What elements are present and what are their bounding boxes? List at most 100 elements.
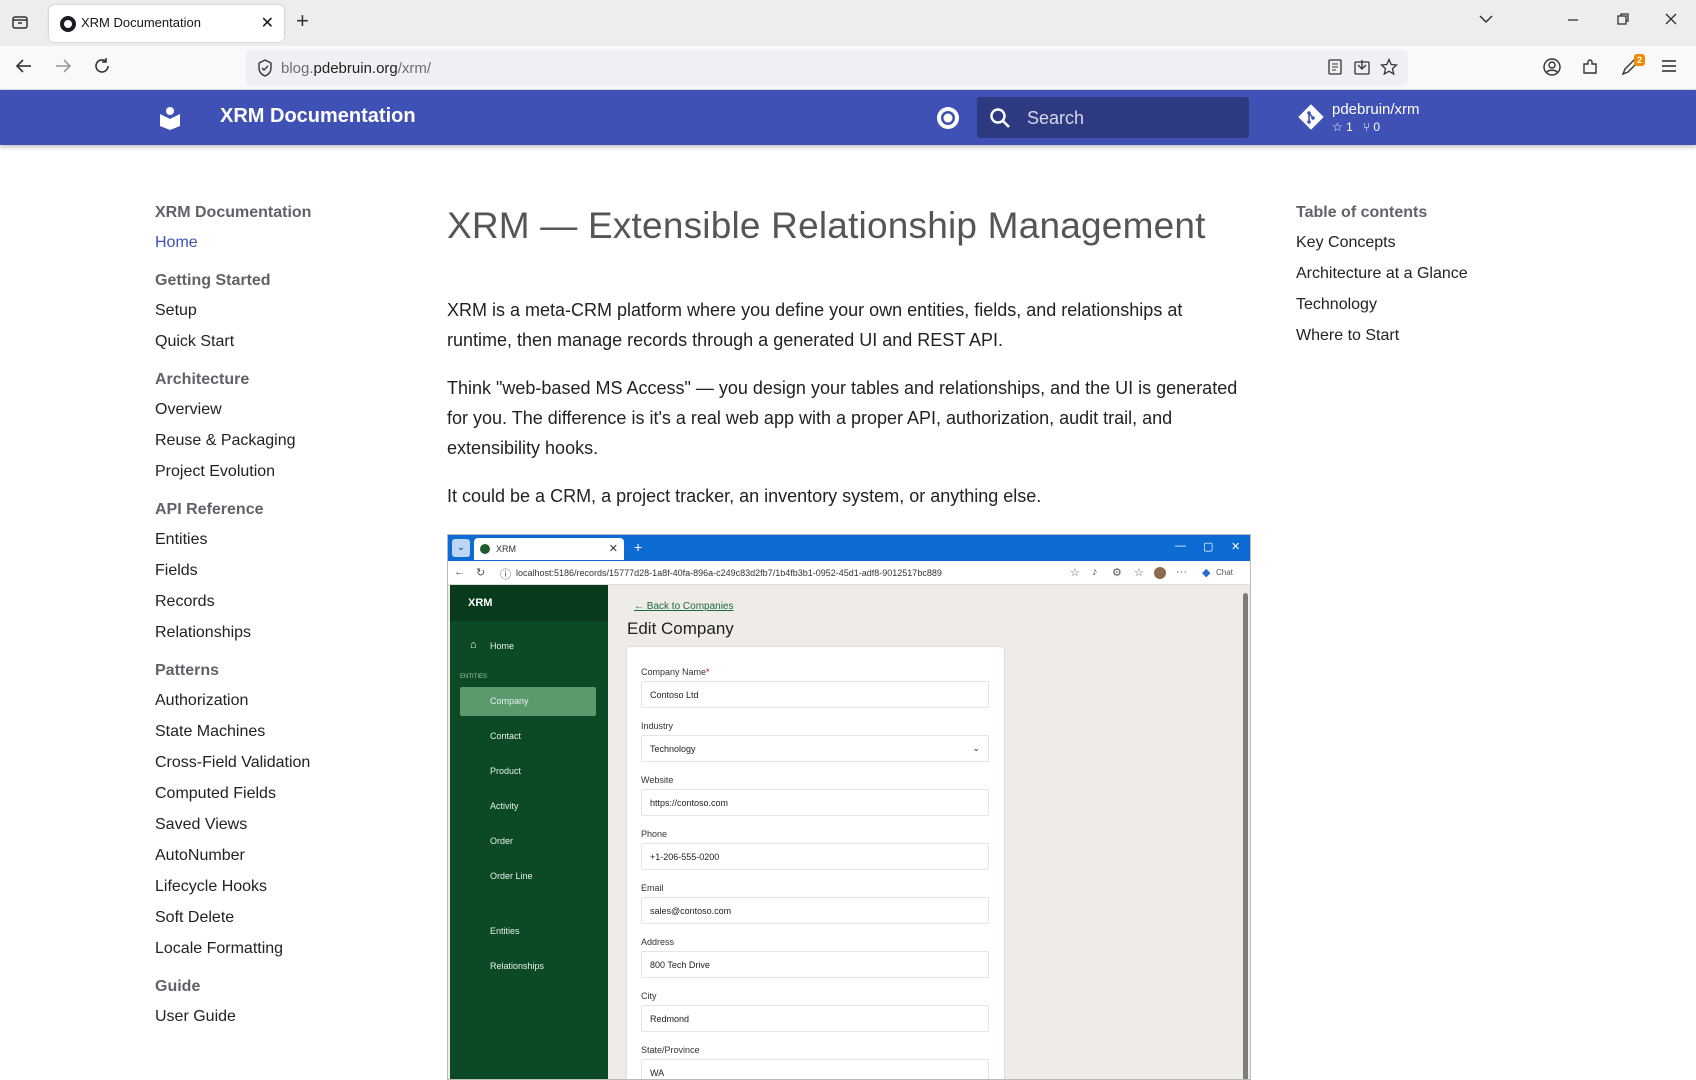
url-text: blog.pdebruin.org/xrm/ [281, 60, 431, 77]
reader-view-icon[interactable] [1326, 58, 1344, 81]
book-logo-icon[interactable] [157, 105, 183, 136]
screenshot-field-label: Company Name* [641, 667, 710, 677]
screenshot-nav-order: Order [490, 836, 514, 846]
nav-item-computed-fields[interactable]: Computed Fields [155, 785, 395, 803]
nav-item-fields[interactable]: Fields [155, 562, 395, 580]
screenshot-address-bar: ← ↻ ⓘ localhost:5186/records/15777d28-1a… [448, 561, 1250, 585]
nav-item-overview[interactable]: Overview [155, 401, 395, 419]
screenshot-tab-title: XRM [496, 544, 516, 554]
screenshot-heading: Edit Company [627, 619, 734, 638]
repo-forks: 0 [1373, 120, 1381, 134]
nav-item-entities[interactable]: Entities [155, 531, 395, 549]
screenshot-field-label: Email [641, 883, 664, 893]
nav-section-patterns: Patterns [155, 662, 220, 679]
nav-title: XRM Documentation [155, 204, 312, 221]
nav-item-quick-start[interactable]: Quick Start [155, 333, 395, 351]
screenshot-field-value: https://contoso.com [641, 789, 989, 816]
screenshot-home-icon: ⌂ [470, 639, 477, 651]
browser-tab-bar: XRM Documentation ✕ + [0, 0, 1696, 46]
screenshot-tab-close-icon: ✕ [608, 543, 618, 555]
toc-item-where-to-start[interactable]: Where to Start [1296, 327, 1556, 345]
intro-paragraph-2: Think "web-based MS Access" — you design… [447, 378, 1238, 458]
table-of-contents: Table of contents Key Concepts Architect… [1296, 204, 1556, 358]
repo-stars: 1 [1346, 120, 1353, 134]
nav-item-home[interactable]: Home [155, 234, 395, 252]
nav-item-state-machines[interactable]: State Machines [155, 723, 395, 741]
nav-item-cross-field-validation[interactable]: Cross-Field Validation [155, 754, 395, 772]
screenshot-field-value: 800 Tech Drive [641, 951, 989, 978]
nav-item-setup[interactable]: Setup [155, 302, 395, 320]
site-title[interactable]: XRM Documentation [220, 105, 416, 128]
site-header: XRM Documentation Search pdebruin/xrm ☆ … [0, 90, 1696, 145]
nav-item-soft-delete[interactable]: Soft Delete [155, 909, 395, 927]
star-icon: ☆ [1332, 120, 1343, 134]
screenshot-restore-icon: ▢ [1203, 541, 1214, 553]
screenshot-field-label: Phone [641, 829, 668, 839]
screenshot-nav-activity: Activity [490, 801, 519, 811]
site-security-shield-icon[interactable] [256, 59, 274, 82]
screenshot-field-value: WA [641, 1059, 989, 1079]
nav-item-reuse-packaging[interactable]: Reuse & Packaging [155, 432, 395, 450]
browser-tab[interactable]: XRM Documentation ✕ [49, 5, 284, 42]
screenshot-field-label: Industry [641, 721, 674, 731]
nav-item-relationships[interactable]: Relationships [155, 624, 395, 642]
tab-favicon-icon [60, 16, 76, 32]
account-icon[interactable] [1542, 57, 1562, 82]
nav-item-project-evolution[interactable]: Project Evolution [155, 463, 395, 481]
intro-paragraph-3: It could be a CRM, a project tracker, an… [447, 486, 1042, 506]
fork-icon: ⑂ [1362, 120, 1371, 134]
reload-icon[interactable] [92, 56, 112, 80]
nav-item-saved-views[interactable]: Saved Views [155, 816, 395, 834]
screenshot-sidebar: XRM ⌂ Home ENTITIES Company Contact Prod… [450, 585, 608, 1079]
git-logo-icon [1298, 104, 1324, 135]
url-host-prefix: blog. [281, 60, 314, 77]
screenshot-nav-product: Product [490, 766, 522, 776]
search-icon [989, 107, 1011, 134]
minimize-icon[interactable] [1566, 12, 1580, 31]
screenshot-nav-relationships: Relationships [490, 961, 545, 971]
search-input[interactable]: Search [977, 97, 1249, 138]
restore-icon[interactable] [1616, 12, 1630, 31]
toc-item-technology[interactable]: Technology [1296, 296, 1556, 314]
nav-item-records[interactable]: Records [155, 593, 395, 611]
new-tab-icon[interactable]: + [296, 10, 309, 32]
address-bar[interactable]: blog.pdebruin.org/xrm/ [246, 50, 1408, 86]
close-window-icon[interactable] [1664, 12, 1678, 31]
page-title: XRM — Extensible Relationship Management [447, 205, 1206, 246]
back-icon[interactable] [14, 56, 34, 80]
screenshot-nav-contact: Contact [490, 731, 522, 741]
left-navigation: XRM Documentation Home Getting Started S… [155, 204, 395, 1056]
screenshot-url: localhost:5186/records/15777d28-1a8f-40f… [516, 568, 942, 578]
screenshot-field-value: Contoso Ltd [641, 681, 989, 708]
toc-item-key-concepts[interactable]: Key Concepts [1296, 234, 1556, 252]
screenshot-tab-bar: ⌄ XRM ✕ + — ▢ ✕ [448, 535, 1250, 561]
tab-list-icon[interactable] [10, 12, 32, 34]
screenshot-field-value: +1-206-555-0200 [641, 843, 989, 870]
tab-overflow-chevron-icon[interactable] [1478, 12, 1494, 30]
nav-item-authorization[interactable]: Authorization [155, 692, 395, 710]
bookmark-star-icon[interactable] [1379, 57, 1399, 81]
screenshot-nav-home: Home [490, 641, 515, 651]
nav-item-autonumber[interactable]: AutoNumber [155, 847, 395, 865]
screenshot-brand: XRM [468, 597, 493, 609]
screenshot-field-label: State/Province [641, 1045, 700, 1055]
toc-item-architecture[interactable]: Architecture at a Glance [1296, 265, 1556, 283]
screenshot-extension-icon: ♪ [1092, 566, 1098, 578]
theme-toggle-icon[interactable] [934, 104, 962, 137]
nav-item-lifecycle-hooks[interactable]: Lifecycle Hooks [155, 878, 395, 896]
forward-icon[interactable] [53, 56, 73, 80]
screenshot-copilot-icon: ◆ [1202, 567, 1211, 579]
extensions-puzzle-icon[interactable] [1580, 57, 1600, 82]
repo-stats: ☆ 1 ⑂ 0 [1332, 120, 1380, 134]
app-menu-icon[interactable] [1660, 57, 1678, 80]
intro-paragraph-1: XRM is a meta-CRM platform where you def… [447, 300, 1183, 350]
screenshot-field-value: Redmond [641, 1005, 989, 1032]
nav-section-api-reference: API Reference [155, 501, 264, 518]
screenshot-favorites-icon: ☆ [1134, 567, 1144, 579]
screenshot-select: Technology ⌄ [641, 735, 989, 762]
nav-item-user-guide[interactable]: User Guide [155, 1008, 395, 1026]
nav-item-locale-formatting[interactable]: Locale Formatting [155, 940, 395, 958]
save-to-pocket-icon[interactable] [1353, 58, 1371, 81]
tab-close-icon[interactable]: ✕ [261, 13, 274, 33]
screenshot-reload-icon: ↻ [476, 567, 486, 579]
